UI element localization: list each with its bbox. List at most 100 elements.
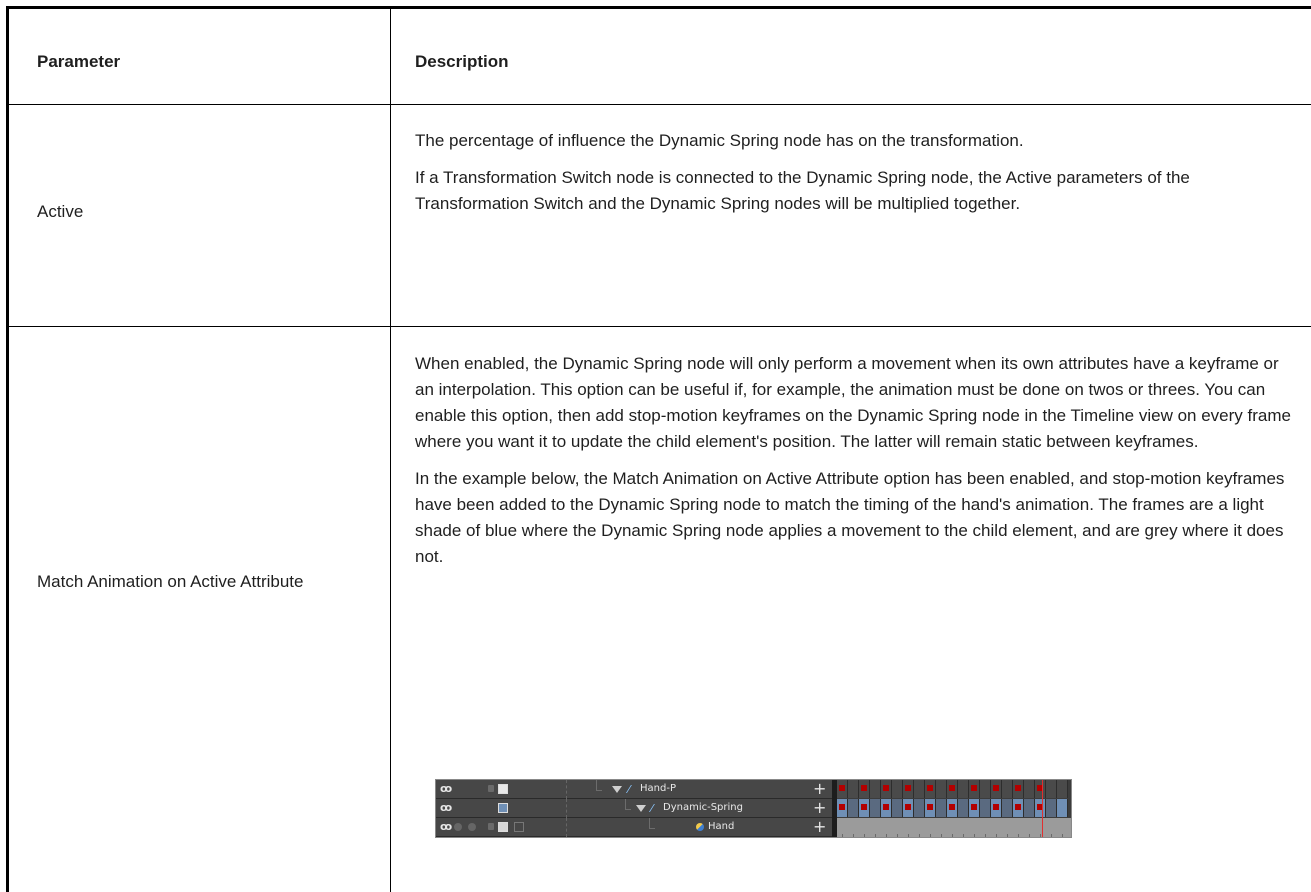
frame-tick (963, 834, 964, 837)
keyframe-marker (971, 785, 977, 791)
keyframe-marker (1015, 785, 1021, 791)
frame-tick (1029, 834, 1030, 837)
timeline-layer-hand-p: ꝏ ⁄ Hand-P + (436, 780, 832, 799)
frame-cell (1057, 799, 1068, 817)
frame-cell (936, 799, 947, 817)
eye-icon: ꝏ (440, 801, 453, 814)
playhead (1042, 780, 1043, 837)
keyframe-marker (839, 804, 845, 810)
frame-cell (1013, 799, 1024, 817)
keyframe-marker (839, 785, 845, 791)
frame-cell (848, 799, 859, 817)
tree-line (625, 799, 626, 809)
tree-line (649, 828, 655, 829)
frame-cell (925, 799, 936, 817)
frame-cell (980, 799, 991, 817)
keyframe-marker (949, 804, 955, 810)
layer-name: Hand (708, 821, 735, 832)
tree-line (625, 809, 631, 810)
frame-cell (958, 799, 969, 817)
curve-icon: ⁄ (628, 783, 630, 796)
keyframe-marker (993, 804, 999, 810)
frame-cell (991, 799, 1002, 817)
solo-icon (454, 823, 462, 831)
layer-name: Hand-P (640, 783, 676, 794)
keyframe-marker (993, 785, 999, 791)
frame-cell (881, 780, 892, 798)
frame-cell (1035, 780, 1046, 798)
lock-icon (488, 785, 494, 792)
frame-tick (985, 834, 986, 837)
keyframe-marker (861, 785, 867, 791)
frame-tick (952, 834, 953, 837)
frame-cell (969, 799, 980, 817)
frame-tick (930, 834, 931, 837)
frame-tick (897, 834, 898, 837)
tree-line (596, 790, 602, 791)
frame-tick (1018, 834, 1019, 837)
frame-cell (1057, 780, 1068, 798)
frame-cell (947, 780, 958, 798)
hand-exposure (837, 818, 1071, 837)
frame-cell (991, 780, 1002, 798)
header-divider (9, 104, 1311, 105)
frame-cell (837, 780, 848, 798)
frame-cell (903, 799, 914, 817)
frame-tick (1040, 834, 1041, 837)
frame-cell (848, 780, 859, 798)
divider (566, 780, 568, 799)
keyframe-marker (905, 785, 911, 791)
timeline-layer-dynamic-spring: ꝏ ⁄ Dynamic-Spring + (436, 799, 832, 818)
timeline-frames (837, 780, 1071, 837)
eye-icon: ꝏ (440, 820, 453, 833)
frame-cell (1035, 799, 1046, 817)
drawing-icon (696, 823, 704, 831)
frame-cell (903, 780, 914, 798)
frame-cell (837, 799, 848, 817)
keyframe-marker (927, 804, 933, 810)
frame-cell (859, 799, 870, 817)
desc-active: The percentage of influence the Dynamic … (415, 128, 1295, 217)
keyframe-marker (1015, 804, 1021, 810)
keyframe-marker (927, 785, 933, 791)
keyframe-marker (883, 804, 889, 810)
expand-triangle-icon (636, 805, 646, 812)
keyframe-marker (883, 785, 889, 791)
desc-match-p1: When enabled, the Dynamic Spring node wi… (415, 354, 1291, 451)
eye-icon: ꝏ (440, 782, 453, 795)
header-parameter: Parameter (37, 52, 121, 71)
frame-cell (969, 780, 980, 798)
frame-cell (1024, 780, 1035, 798)
expand-triangle-icon (612, 786, 622, 793)
param-match-animation: Match Animation on Active Attribute (37, 572, 304, 591)
frame-cell (870, 799, 881, 817)
column-divider (390, 9, 391, 892)
add-icon: + (813, 798, 827, 817)
frame-tick (908, 834, 909, 837)
frame-cell (892, 799, 903, 817)
desc-match-p2: In the example below, the Match Animatio… (415, 469, 1285, 566)
timeline-screenshot: ꝏ ⁄ Hand-P + ꝏ ⁄ Dynamic-Spring + ꝏ Hand… (435, 779, 1072, 838)
layer-name: Dynamic-Spring (663, 802, 743, 813)
frame-cell (870, 780, 881, 798)
add-icon: + (813, 779, 827, 798)
frame-cell (1013, 780, 1024, 798)
frame-tick (1051, 834, 1052, 837)
frame-cell (1002, 799, 1013, 817)
frame-tick (853, 834, 854, 837)
frame-cell (980, 780, 991, 798)
frame-cell (1046, 799, 1057, 817)
keyframe-marker (861, 804, 867, 810)
divider (566, 799, 568, 818)
desc-active-p1: The percentage of influence the Dynamic … (415, 131, 1024, 150)
frame-cell (1002, 780, 1013, 798)
frame-cell (925, 780, 936, 798)
row-divider (9, 326, 1311, 327)
frame-cell (1024, 799, 1035, 817)
keyframe-marker (949, 785, 955, 791)
tree-line (649, 818, 650, 828)
keyframe-marker (971, 804, 977, 810)
frame-tick (864, 834, 865, 837)
color-swatch-icon (498, 803, 508, 813)
color-swatch-icon (498, 784, 508, 794)
